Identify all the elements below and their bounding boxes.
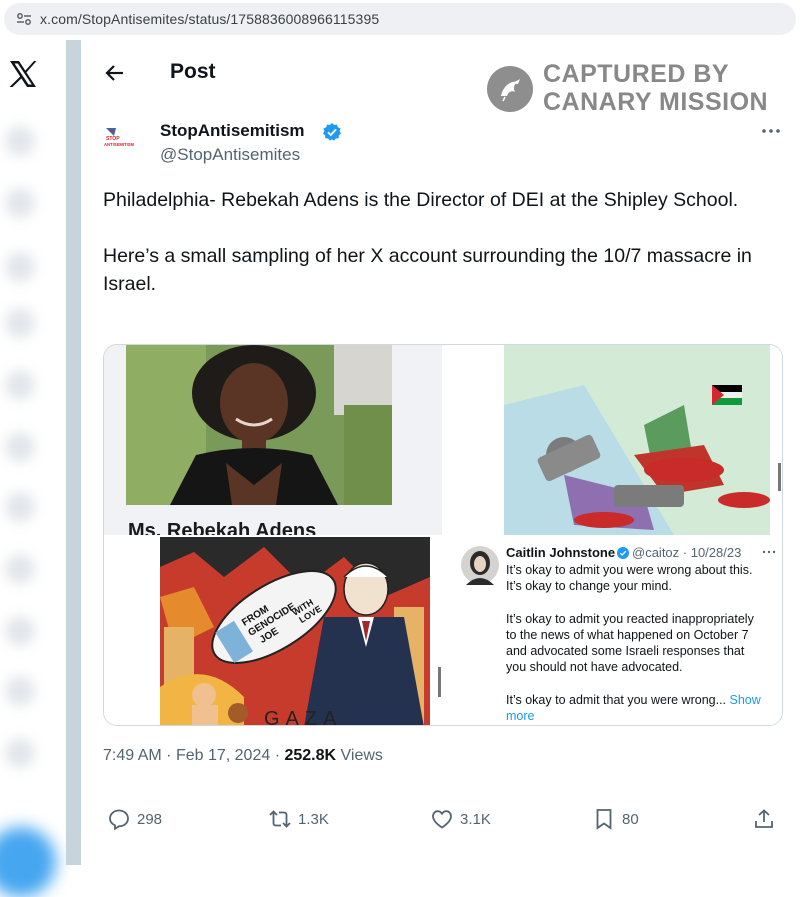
quoted-more-icon xyxy=(762,550,776,554)
views-count: 252.8K xyxy=(284,747,337,764)
address-pill[interactable]: x.com/StopAntisemites/status/17588360089… xyxy=(4,3,796,35)
views-label: Views xyxy=(340,747,383,764)
page-title: Post xyxy=(170,60,216,83)
profile-icon[interactable] xyxy=(5,676,35,706)
heart-icon xyxy=(432,810,452,829)
quoted-avatar xyxy=(461,546,499,585)
tweet-text: Philadelphia- Rebekah Adens is the Direc… xyxy=(103,189,752,295)
left-sidebar xyxy=(0,40,66,897)
media-illustration[interactable] xyxy=(444,345,782,535)
cartoon-text-gaza: GAZA xyxy=(264,708,342,726)
timestamp-separator: · xyxy=(166,747,172,764)
premium-icon[interactable] xyxy=(5,616,35,646)
avatar-text-antisemitism: ANTISEMITISM xyxy=(104,142,135,147)
grok-icon[interactable] xyxy=(5,370,35,400)
search-icon[interactable] xyxy=(5,188,35,218)
media-quoted-tweet[interactable]: Caitlin Johnstone @caitoz · 10/28/23 It’… xyxy=(444,537,782,725)
repost-icon xyxy=(269,810,291,828)
media-divider-horizontal xyxy=(104,535,782,537)
sidebar-divider xyxy=(66,40,81,865)
canary-logo-icon xyxy=(487,66,533,112)
notifications-icon[interactable] xyxy=(5,252,35,282)
more-options-icon[interactable] xyxy=(760,126,782,136)
author-handle[interactable]: @StopAntisemites xyxy=(160,145,300,165)
browser-address-bar: x.com/StopAntisemites/status/17588360089… xyxy=(0,0,800,40)
quoted-body-text: It’s okay to admit you were wrong about … xyxy=(506,563,754,707)
back-arrow-icon[interactable] xyxy=(104,62,126,84)
messages-icon[interactable] xyxy=(5,308,35,338)
like-button[interactable]: 3.1K xyxy=(430,806,491,832)
verified-badge-icon xyxy=(323,123,341,141)
media-photo-portrait[interactable]: Ms. Rebekah Adens xyxy=(104,345,442,535)
watermark-text: CAPTURED BY CANARY MISSION xyxy=(543,60,768,116)
reply-icon xyxy=(109,809,129,831)
author-name[interactable]: StopAntisemitism xyxy=(160,121,305,141)
x-logo-icon[interactable] xyxy=(7,58,39,90)
quoted-verified-icon xyxy=(617,547,629,559)
media-cartoon[interactable]: FROM GENOCIDE JOE WITH LOVE GAZA xyxy=(104,537,442,726)
photo-caption: Ms. Rebekah Adens xyxy=(128,520,316,535)
reply-button[interactable]: 298 xyxy=(107,806,162,832)
like-count: 3.1K xyxy=(460,810,491,828)
bookmarks-nav-icon[interactable] xyxy=(5,492,35,522)
share-button[interactable] xyxy=(752,806,782,832)
site-settings-icon[interactable] xyxy=(16,12,32,26)
bookmark-icon xyxy=(596,809,612,830)
quoted-tweet-card: Caitlin Johnstone @caitoz · 10/28/23 It’… xyxy=(460,545,782,725)
watermark-line-2: CANARY MISSION xyxy=(543,88,769,116)
post-timestamp: 7:49 AM · Feb 17, 2024 · 252.8K Views xyxy=(103,747,383,765)
post-time[interactable]: 7:49 AM xyxy=(103,747,162,764)
url-text[interactable]: x.com/StopAntisemites/status/17588360089… xyxy=(40,11,379,27)
avatar[interactable]: STOP ANTISEMITISM xyxy=(103,124,143,164)
post-date[interactable]: Feb 17, 2024 xyxy=(176,747,270,764)
media-grid: Ms. Rebekah Adens FROM GENOCIDE JOE WITH… xyxy=(103,344,783,726)
communities-icon[interactable] xyxy=(5,554,35,584)
reply-count: 298 xyxy=(137,810,163,828)
compose-post-button[interactable] xyxy=(0,827,56,897)
bookmark-count: 80 xyxy=(622,810,639,828)
lists-icon[interactable] xyxy=(5,432,35,462)
watermark-line-1: CAPTURED BY xyxy=(543,60,730,88)
bookmark-button[interactable]: 80 xyxy=(592,806,639,832)
quoted-author-name: Caitlin Johnstone xyxy=(506,545,616,560)
timestamp-separator-2: · xyxy=(274,747,281,764)
home-icon[interactable] xyxy=(5,126,35,156)
repost-button[interactable]: 1.3K xyxy=(268,806,329,832)
quoted-meta: @caitoz · 10/28/23 xyxy=(632,545,742,560)
share-icon xyxy=(755,809,773,828)
quoted-body: It’s okay to admit you were wrong about … xyxy=(506,562,782,724)
repost-count: 1.3K xyxy=(298,810,329,828)
more-nav-icon[interactable] xyxy=(5,738,35,768)
